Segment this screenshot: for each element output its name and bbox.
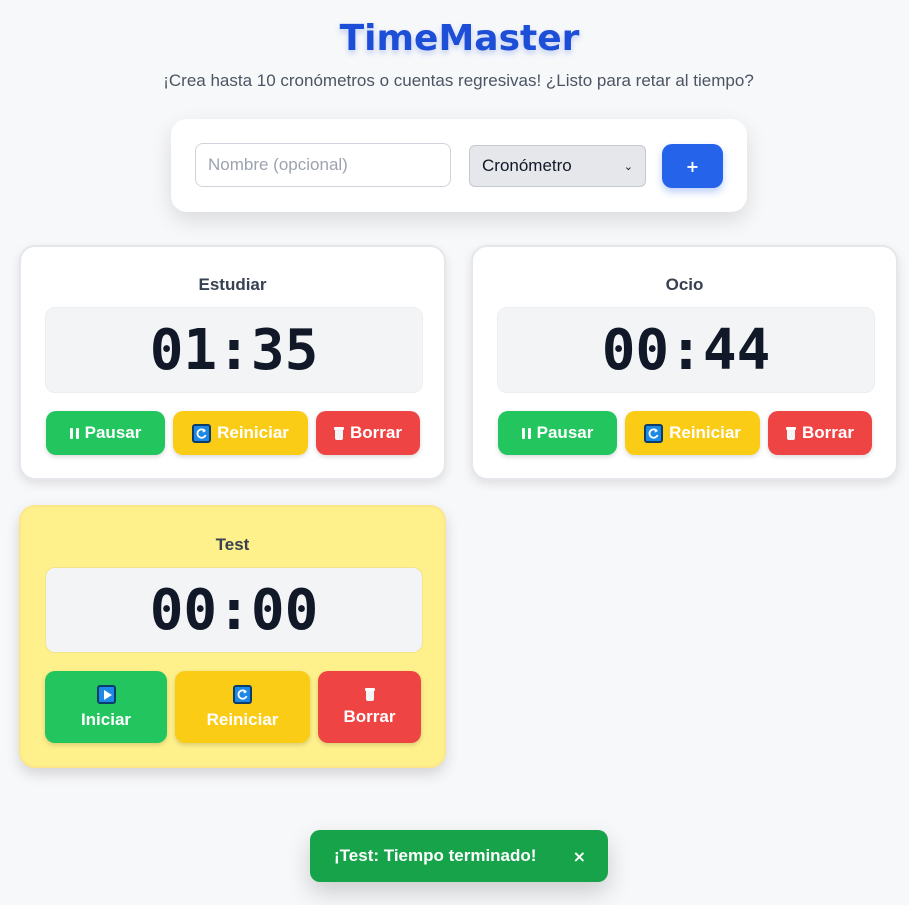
reset-button[interactable]: Reiniciar xyxy=(625,411,760,455)
delete-button[interactable]: Borrar xyxy=(318,671,421,743)
pause-button-label: Pausar xyxy=(536,423,594,442)
pause-button[interactable]: Pausar xyxy=(46,411,165,455)
timer-card: Estudiar 01:35 Pausar Reiniciar Borrar xyxy=(19,245,446,480)
timer-display: 00:00 xyxy=(45,567,423,653)
delete-button-label: Borrar xyxy=(343,706,396,726)
timer-name: Estudiar xyxy=(198,275,267,294)
timer-name-input[interactable] xyxy=(195,143,451,187)
app-subtitle: ¡Crea hasta 10 cronómetros o cuentas reg… xyxy=(163,71,754,90)
reset-button-label: Reiniciar xyxy=(217,423,289,442)
timer-display: 00:44 xyxy=(497,307,875,393)
reload-icon xyxy=(233,684,252,704)
reload-icon xyxy=(644,423,664,443)
app-title: TimeMaster xyxy=(339,18,580,59)
add-timer-button[interactable]: + xyxy=(662,144,723,188)
create-timer-panel: Cronómetro ⌄ + xyxy=(171,119,747,212)
reset-button-label: Reiniciar xyxy=(669,423,741,442)
delete-button-label: Borrar xyxy=(802,423,854,442)
timer-name: Test xyxy=(215,535,250,554)
pause-icon xyxy=(521,427,531,439)
chevron-down-icon: ⌄ xyxy=(623,160,633,173)
timer-name: Ocio xyxy=(665,275,704,294)
timer-display: 01:35 xyxy=(45,307,423,393)
reset-button-label: Reiniciar xyxy=(206,709,279,729)
notification-toast: ¡Test: Tiempo terminado! × xyxy=(310,830,608,882)
pause-icon xyxy=(69,427,79,439)
reload-icon xyxy=(192,423,212,443)
delete-button-label: Borrar xyxy=(350,423,402,442)
delete-button[interactable]: Borrar xyxy=(316,411,420,455)
reset-button[interactable]: Reiniciar xyxy=(173,411,308,455)
timer-type-select[interactable]: Cronómetro ⌄ xyxy=(469,145,646,187)
trash-icon xyxy=(334,426,345,440)
start-button[interactable]: Iniciar xyxy=(45,671,167,743)
delete-button[interactable]: Borrar xyxy=(768,411,872,455)
trash-icon xyxy=(786,426,797,440)
timer-type-selected: Cronómetro xyxy=(482,156,572,175)
trash-icon xyxy=(364,687,375,701)
toast-message: ¡Test: Tiempo terminado! xyxy=(334,846,537,865)
timer-card-finished: Test 00:00 Iniciar Reiniciar Borrar xyxy=(19,505,446,768)
start-button-label: Iniciar xyxy=(80,709,132,729)
close-icon[interactable]: × xyxy=(573,847,586,866)
reset-button[interactable]: Reiniciar xyxy=(175,671,310,743)
pause-button-label: Pausar xyxy=(84,423,142,442)
pause-button[interactable]: Pausar xyxy=(498,411,617,455)
timer-card: Ocio 00:44 Pausar Reiniciar Borrar xyxy=(471,245,898,480)
play-icon xyxy=(96,684,116,704)
